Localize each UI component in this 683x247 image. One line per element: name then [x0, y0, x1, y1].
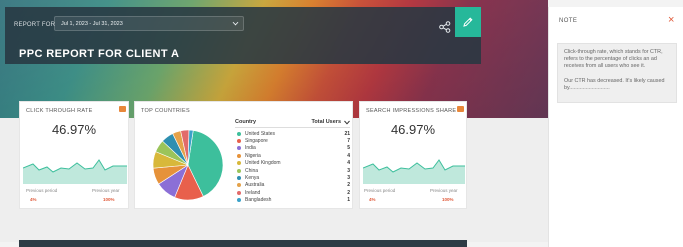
edit-button[interactable]: [455, 7, 481, 37]
table-header: Country Total Users: [235, 119, 350, 128]
chevron-down-icon: [232, 19, 239, 26]
country-users: 4: [347, 160, 350, 167]
note-title: NOTE: [559, 18, 578, 24]
widget-title: TOP COUNTRIES: [141, 108, 190, 114]
prev-year-value: 100%: [442, 197, 454, 202]
country-name: Bangladesh: [245, 197, 272, 204]
legend-dot: [237, 146, 241, 151]
legend-dot: [237, 153, 241, 158]
note-paragraph: Our CTR has decreased. It's likely cause…: [564, 77, 665, 91]
prev-period-value: 4%: [30, 197, 37, 202]
ctr-widget: CLICK THROUGH RATE 46.97% Previous perio…: [19, 101, 129, 209]
note-textarea[interactable]: Click-through rate, which stands for CTR…: [557, 43, 677, 103]
prev-period-label: Previous period: [26, 188, 58, 193]
top-countries-widget: TOP COUNTRIES Country Total Users United…: [134, 101, 353, 209]
share-button[interactable]: [437, 19, 453, 35]
next-section-bar: [19, 240, 467, 247]
column-total-users[interactable]: Total Users: [311, 119, 341, 125]
country-name: Kenya: [245, 175, 260, 182]
widget-badge-icon: [119, 106, 126, 112]
ctr-value: 46.97%: [51, 122, 97, 137]
country-name: Singapore: [245, 138, 268, 145]
table-row: United Kingdom 4: [235, 160, 350, 167]
legend-dot: [237, 139, 241, 144]
country-users: 1: [347, 197, 350, 204]
note-paragraph: Click-through rate, which stands for CTR…: [564, 49, 663, 70]
legend-dot: [237, 183, 241, 188]
country-name: Ireland: [245, 189, 261, 196]
table-row: Ireland 2: [235, 189, 350, 196]
table-row: Bangladesh 1: [235, 197, 350, 204]
note-panel: NOTE × Click-through rate, which stands …: [548, 7, 683, 247]
country-name: China: [245, 167, 259, 174]
prev-year-value: 100%: [103, 197, 115, 202]
legend-dot: [237, 176, 241, 181]
country-name: United Kingdom: [245, 160, 281, 167]
search-impressions-widget: SEARCH IMPRESSIONS SHARE 46.97% Previous…: [359, 101, 467, 209]
countries-pie-chart: [152, 129, 224, 201]
widget-title: CLICK THROUGH RATE: [26, 108, 93, 114]
prev-period-value: 4%: [369, 197, 376, 202]
country-name: India: [245, 145, 256, 152]
widget-badge-icon: [457, 106, 464, 112]
legend-dot: [237, 190, 241, 195]
countries-table: Country Total Users United States 21 Singa…: [235, 119, 350, 204]
table-row: United States 21: [235, 130, 350, 137]
table-row: India 5: [235, 145, 350, 152]
country-users: 3: [347, 167, 350, 174]
country-users: 3: [347, 175, 350, 182]
country-name: Australia: [245, 182, 265, 189]
table-row: Australia 2: [235, 182, 350, 189]
close-icon[interactable]: ×: [668, 15, 674, 26]
report-for-label: REPORT FOR: [14, 22, 56, 28]
share-icon: [439, 21, 451, 33]
country-users: 2: [347, 182, 350, 189]
sort-chevron-icon[interactable]: [344, 120, 350, 125]
country-name: Nigeria: [245, 152, 261, 159]
pencil-icon: [463, 17, 473, 27]
country-users: 4: [347, 152, 350, 159]
ctr-sparkline: [23, 159, 127, 184]
legend-dot: [237, 168, 241, 173]
table-row: Nigeria 4: [235, 152, 350, 159]
table-row: Singapore 7: [235, 137, 350, 144]
table-row: China 3: [235, 167, 350, 174]
prev-period-label: Previous period: [364, 188, 396, 193]
country-users: 7: [347, 138, 350, 145]
prev-year-label: Previous year: [430, 188, 458, 193]
legend-dot: [237, 198, 241, 203]
date-range-value: Jul 1, 2023 - Jul 31, 2023: [61, 21, 123, 27]
impressions-sparkline: [363, 159, 465, 184]
date-range-select[interactable]: Jul 1, 2023 - Jul 31, 2023: [54, 16, 244, 31]
page-title: PPC REPORT FOR CLIENT A: [19, 48, 180, 60]
widget-title: SEARCH IMPRESSIONS SHARE: [366, 108, 457, 114]
country-name: United States: [245, 130, 276, 137]
country-users: 5: [347, 145, 350, 152]
column-country: Country: [235, 119, 257, 125]
country-users: 2: [347, 189, 350, 196]
prev-year-label: Previous year: [92, 188, 120, 193]
impressions-value: 46.97%: [390, 122, 436, 137]
table-row: Kenya 3: [235, 174, 350, 181]
legend-dot: [237, 161, 241, 166]
legend-dot: [237, 131, 241, 136]
report-header: REPORT FOR Jul 1, 2023 - Jul 31, 2023 PP…: [5, 7, 481, 64]
country-users: 21: [344, 130, 350, 137]
